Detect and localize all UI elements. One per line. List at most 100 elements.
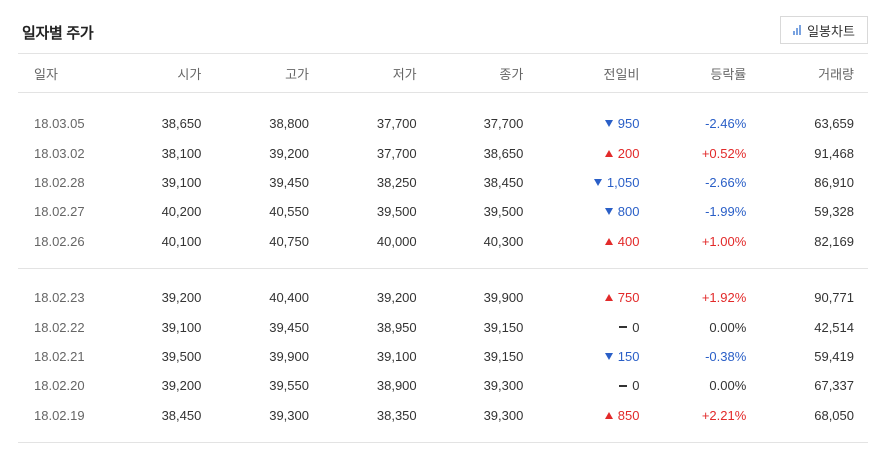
down-arrow-icon xyxy=(604,352,613,360)
up-arrow-icon xyxy=(604,411,613,419)
date-cell: 18.03.05 xyxy=(34,116,85,132)
row-spacer xyxy=(18,430,868,443)
change-cell: 1,050 xyxy=(523,168,639,197)
change-value: 950 xyxy=(617,116,640,132)
date-cell: 18.02.27 xyxy=(34,204,85,220)
open-cell: 38,100 xyxy=(161,145,202,161)
high-cell: 39,450 xyxy=(269,319,309,335)
volume-cell: 86,910 xyxy=(814,174,854,190)
high-cell: 40,750 xyxy=(269,233,309,249)
change-value: 750 xyxy=(617,290,640,306)
daily-chart-button[interactable]: 일봉차트 xyxy=(780,16,868,44)
table-header-row: 일자 시가 고가 저가 종가 전일비 등락률 거래량 xyxy=(18,53,868,93)
high-cell: 40,400 xyxy=(269,290,309,306)
column-header-change: 전일비 xyxy=(603,66,640,82)
change-cell: 150 xyxy=(523,342,639,371)
change-value: 150 xyxy=(617,348,640,364)
change-cell: 800 xyxy=(523,197,639,226)
row-spacer xyxy=(18,269,868,283)
down-arrow-icon xyxy=(604,208,613,216)
close-cell: 39,150 xyxy=(483,319,524,335)
bar-chart-icon xyxy=(793,25,802,35)
rate-cell: +0.52% xyxy=(701,145,747,161)
down-arrow-icon xyxy=(604,120,613,128)
table-row: 18.02.19 38,450 39,300 38,350 39,300 850 +2.21… xyxy=(18,401,868,430)
low-cell: 37,700 xyxy=(376,116,417,132)
open-cell: 40,100 xyxy=(161,233,202,249)
change-value: 0 xyxy=(632,378,640,394)
low-cell: 39,100 xyxy=(376,348,417,364)
daily-chart-button-label: 일봉차트 xyxy=(807,23,855,39)
close-cell: 39,300 xyxy=(483,378,524,394)
date-cell: 18.02.28 xyxy=(34,174,85,190)
change-cell: 950 xyxy=(523,109,639,138)
date-cell: 18.02.20 xyxy=(34,378,85,394)
high-cell: 39,900 xyxy=(269,348,309,364)
rate-cell: -0.38% xyxy=(705,348,747,364)
low-cell: 38,250 xyxy=(376,174,417,190)
page-title: 일자별 주가 xyxy=(22,25,94,42)
volume-cell: 91,468 xyxy=(814,145,854,161)
open-cell: 39,100 xyxy=(161,319,202,335)
change-value: 800 xyxy=(617,204,640,220)
group-divider xyxy=(18,442,868,443)
up-arrow-icon xyxy=(604,237,613,245)
down-arrow-icon xyxy=(593,179,602,187)
volume-cell: 42,514 xyxy=(814,319,854,335)
rate-cell: +1.92% xyxy=(701,290,747,306)
close-cell: 38,450 xyxy=(483,174,524,190)
low-cell: 37,700 xyxy=(376,145,417,161)
volume-cell: 68,050 xyxy=(814,407,854,423)
open-cell: 40,200 xyxy=(161,204,202,220)
table-row: 18.03.05 38,650 38,800 37,700 37,700 950 -2.46… xyxy=(18,109,868,138)
open-cell: 39,200 xyxy=(161,378,202,394)
change-value: 0 xyxy=(632,319,640,335)
column-header-rate: 등락률 xyxy=(710,66,747,82)
daily-price-table: 일자 시가 고가 저가 종가 전일비 등락률 거래량 18.03.05 38,65… xyxy=(18,53,868,443)
close-cell: 39,500 xyxy=(483,204,524,220)
change-value: 400 xyxy=(617,233,640,249)
table-row: 18.02.22 39,100 39,450 38,950 39,150 0 0.00% 42… xyxy=(18,312,868,341)
volume-cell: 59,328 xyxy=(814,204,854,220)
column-header-date: 일자 xyxy=(34,66,58,82)
table-row: 18.02.27 40,200 40,550 39,500 39,500 800 -1.99… xyxy=(18,197,868,226)
date-cell: 18.02.22 xyxy=(34,319,85,335)
change-cell: 850 xyxy=(523,401,639,430)
table-row: 18.02.26 40,100 40,750 40,000 40,300 400 +1.00… xyxy=(18,227,868,256)
open-cell: 38,450 xyxy=(161,407,202,423)
row-spacer xyxy=(18,93,868,110)
rate-cell: 0.00% xyxy=(709,319,747,335)
date-cell: 18.03.02 xyxy=(34,145,85,161)
high-cell: 39,200 xyxy=(269,145,309,161)
column-header-high: 고가 xyxy=(285,66,309,82)
rate-cell: 0.00% xyxy=(709,378,747,394)
column-header-close: 종가 xyxy=(499,66,524,82)
change-value: 1,050 xyxy=(606,174,640,190)
low-cell: 39,200 xyxy=(376,290,417,306)
table-body: 18.03.05 38,650 38,800 37,700 37,700 950 -2.46… xyxy=(18,93,868,443)
high-cell: 40,550 xyxy=(269,204,309,220)
high-cell: 39,450 xyxy=(269,174,309,190)
daily-price-panel: 일자별 주가 일봉차트 일자 시가 고가 저가 종가 전일비 등락률 거래량 1… xyxy=(0,0,882,461)
unchanged-dash-icon xyxy=(619,326,628,329)
date-cell: 18.02.19 xyxy=(34,407,85,423)
low-cell: 38,950 xyxy=(376,319,417,335)
date-cell: 18.02.21 xyxy=(34,348,85,364)
close-cell: 39,150 xyxy=(483,348,524,364)
date-cell: 18.02.26 xyxy=(34,233,85,249)
change-cell: 0 xyxy=(523,312,639,341)
up-arrow-icon xyxy=(604,294,613,302)
table-row: 18.02.20 39,200 39,550 38,900 39,300 0 0.00% 67… xyxy=(18,371,868,400)
close-cell: 40,300 xyxy=(483,233,524,249)
close-cell: 39,900 xyxy=(483,290,524,306)
column-header-volume: 거래량 xyxy=(818,66,854,82)
change-cell: 0 xyxy=(523,371,639,400)
volume-cell: 59,419 xyxy=(814,348,854,364)
high-cell: 39,300 xyxy=(269,407,309,423)
rate-cell: +1.00% xyxy=(701,233,747,249)
low-cell: 38,900 xyxy=(376,378,417,394)
unchanged-dash-icon xyxy=(619,384,628,387)
row-spacer xyxy=(18,256,868,269)
open-cell: 39,100 xyxy=(161,174,202,190)
volume-cell: 63,659 xyxy=(814,116,854,132)
